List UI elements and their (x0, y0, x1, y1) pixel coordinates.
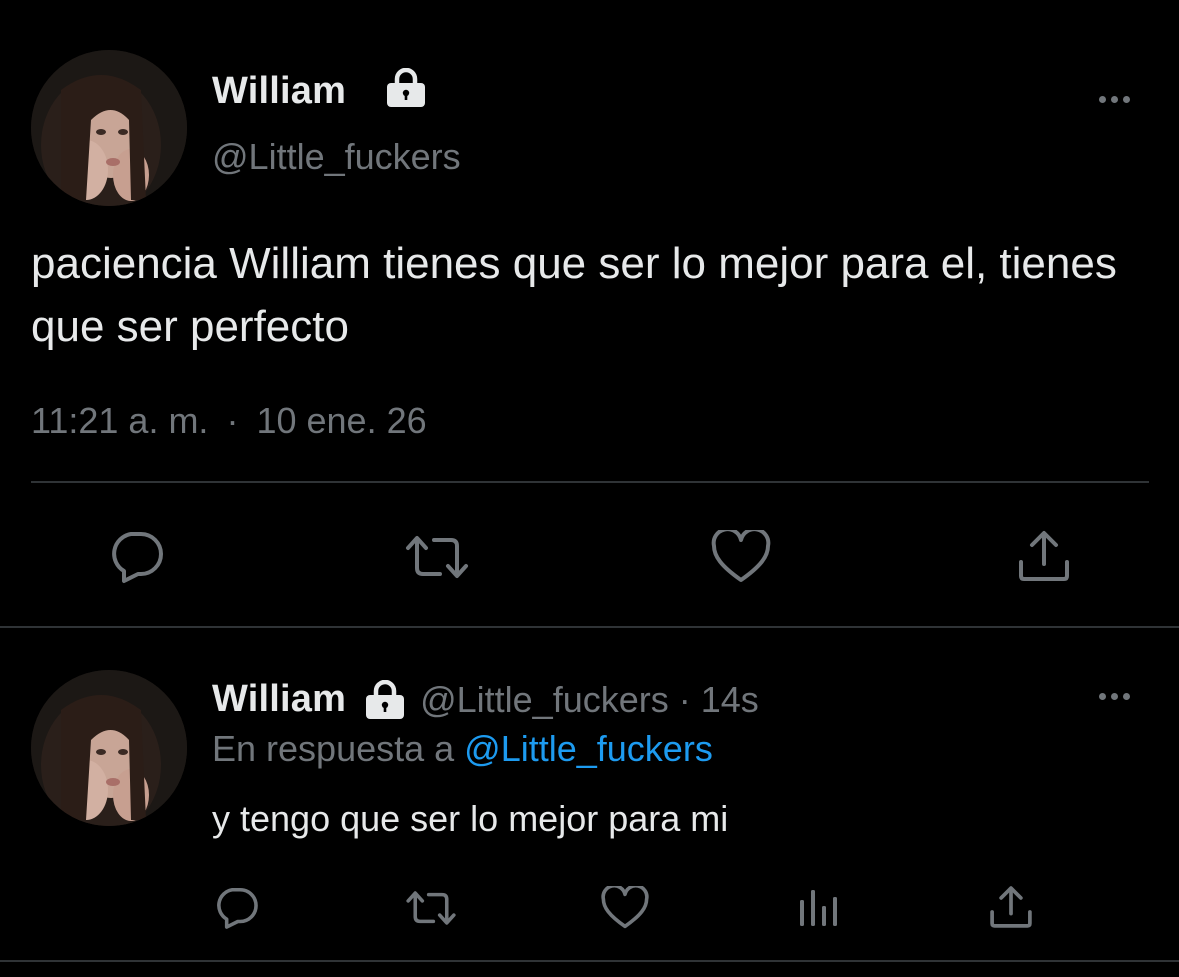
user-handle[interactable]: @Little_fuckers (420, 679, 669, 721)
reply-mention-link[interactable]: @Little_fuckers (464, 728, 713, 769)
tweet-date[interactable]: 10 ene. 26 (256, 400, 426, 441)
meta-separator: · (678, 678, 691, 720)
lock-icon (385, 68, 427, 108)
divider (31, 481, 1149, 483)
reply-prefix: En respuesta a (212, 728, 455, 769)
retweet-icon[interactable] (405, 888, 457, 928)
display-name[interactable]: William (212, 678, 346, 721)
divider (0, 960, 1179, 962)
tweet-time[interactable]: 14s (701, 679, 759, 721)
divider (0, 626, 1179, 628)
meta-separator: · (226, 400, 239, 441)
tweet-text: paciencia William tienes que ser lo mejo… (31, 239, 1117, 351)
reply-icon[interactable] (108, 530, 166, 584)
more-options-icon[interactable] (1099, 96, 1130, 103)
user-handle[interactable]: @Little_fuckers (212, 136, 461, 178)
retweet-icon[interactable] (404, 532, 470, 582)
reply-header: William @Little_fuckers · 14s (212, 678, 759, 721)
share-icon[interactable] (1016, 528, 1072, 584)
like-icon[interactable] (711, 530, 771, 584)
reply-icon[interactable] (214, 886, 260, 930)
more-options-icon[interactable] (1099, 693, 1130, 700)
tweet-timestamp[interactable]: 11:21 a. m. · 10 ene. 26 (31, 400, 427, 442)
display-name[interactable]: William (212, 70, 346, 113)
reply-context: En respuesta a @Little_fuckers (212, 728, 713, 770)
analytics-icon[interactable] (799, 886, 839, 928)
share-icon[interactable] (988, 884, 1034, 930)
tweet-time[interactable]: 11:21 a. m. (31, 400, 208, 441)
like-icon[interactable] (601, 886, 649, 930)
avatar[interactable] (31, 670, 187, 826)
lock-icon (364, 679, 406, 720)
tweet-text: y tengo que ser lo mejor para mi (212, 798, 729, 839)
avatar[interactable] (31, 50, 187, 206)
